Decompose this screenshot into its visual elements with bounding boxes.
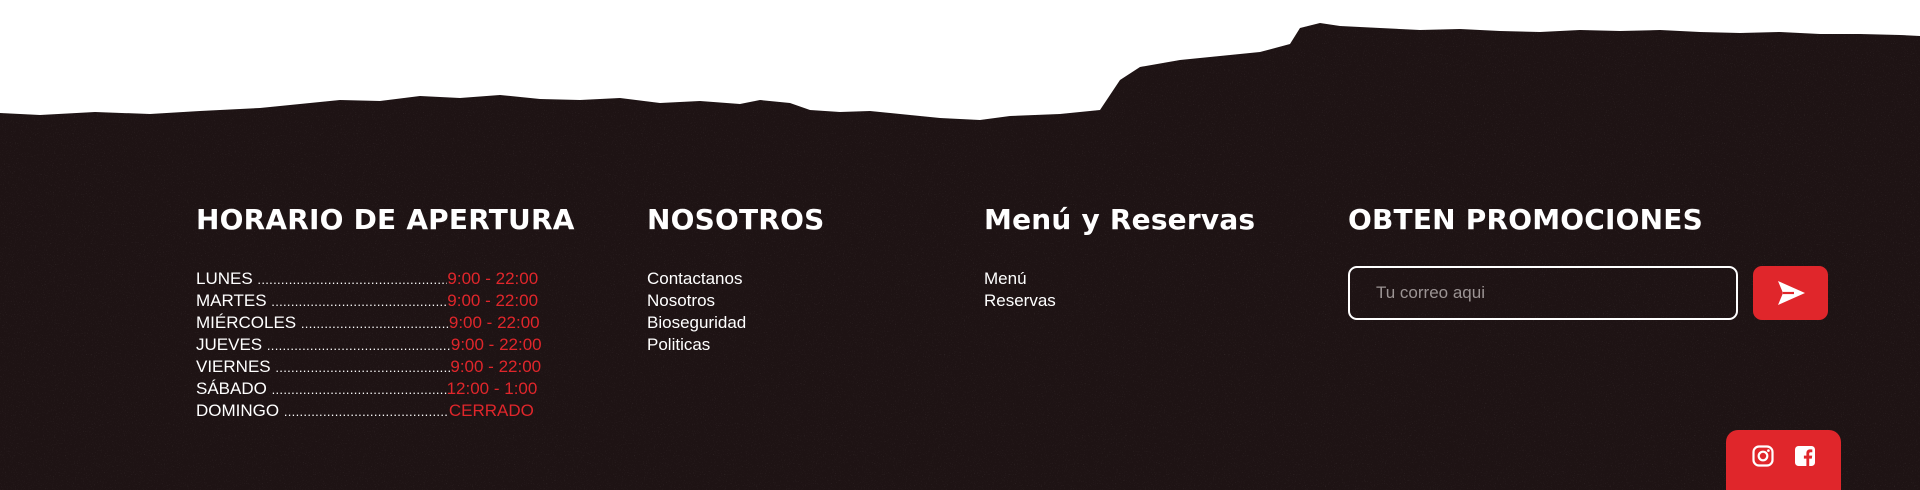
hours-row-domingo: DOMINGO ................................… [196,400,575,422]
hours-day: MARTES [196,291,267,310]
hours-time: 12:00 - 1:00 [446,379,538,398]
hours-dots: ........................................… [283,404,449,419]
hours-row-sabado: SÁBADO .................................… [196,378,575,400]
hours-title: HORARIO DE APERTURA [196,203,575,236]
link-menu[interactable]: Menú [984,268,1255,290]
hours-row-jueves: JUEVES .................................… [196,334,575,356]
hours-time: CERRADO [448,401,534,420]
hours-dots: ........................................… [257,272,447,287]
hours-time: 9:00 - 22:00 [450,335,542,354]
hours-time: 9:00 - 22:00 [447,291,539,310]
hours-time: 9:00 - 22:00 [447,269,539,288]
hours-row-viernes: VIERNES ................................… [196,356,575,378]
hours-day: SÁBADO [196,379,267,398]
about-title: NOSOTROS [647,203,825,236]
hours-dots: ........................................… [271,294,448,309]
hours-day: DOMINGO [196,401,280,420]
hours-list: LUNES ..................................… [196,268,575,422]
hours-row-lunes: LUNES ..................................… [196,268,575,290]
hours-time: 9:00 - 22:00 [450,357,542,376]
hours-dots: ........................................… [266,338,451,353]
link-politicas[interactable]: Politicas [647,334,824,356]
hours-time: 9:00 - 22:00 [448,313,540,332]
hours-day: LUNES [196,269,253,288]
hours-row-miercoles: MIÉRCOLES ..............................… [196,312,575,334]
hours-dots: ........................................… [271,382,447,397]
menu-reservas-column: Menú y Reservas Menú Reservas [984,200,1255,312]
facebook-icon[interactable] [1793,444,1817,468]
send-button[interactable] [1753,266,1828,320]
social-links-tab [1726,430,1841,490]
hours-row-martes: MARTES .................................… [196,290,575,312]
send-arrow-icon [1777,281,1805,305]
instagram-icon[interactable] [1751,444,1775,468]
hours-dots: ........................................… [275,360,450,375]
promo-title: OBTEN PROMOCIONES [1348,203,1703,236]
link-bioseguridad[interactable]: Bioseguridad [647,312,824,334]
about-links: Contactanos Nosotros Bioseguridad Politi… [647,268,824,356]
email-input[interactable] [1348,266,1738,320]
hours-column: HORARIO DE APERTURA LUNES ..............… [196,200,575,422]
newsletter-form [1348,266,1828,320]
hours-dots: ........................................… [300,316,449,331]
hours-day: JUEVES [196,335,263,354]
menu-reservas-title: Menú y Reservas [984,203,1256,236]
link-reservas[interactable]: Reservas [984,290,1255,312]
menu-reservas-links: Menú Reservas [984,268,1255,312]
hours-day: MIÉRCOLES [196,313,297,332]
about-column: NOSOTROS Contactanos Nosotros Biosegurid… [647,200,824,356]
link-contactanos[interactable]: Contactanos [647,268,824,290]
promo-column: OBTEN PROMOCIONES [1348,200,1828,320]
hours-day: VIERNES [196,357,271,376]
link-nosotros[interactable]: Nosotros [647,290,824,312]
